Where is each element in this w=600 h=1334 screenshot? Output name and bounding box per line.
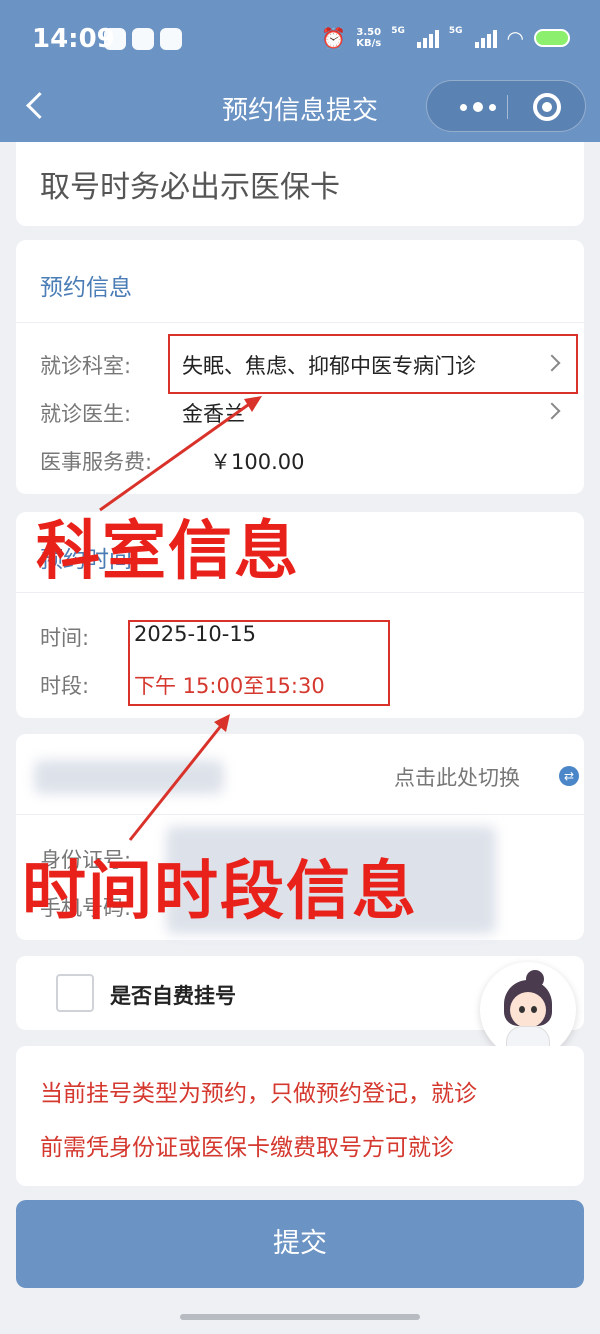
header-bar: 14:09 ⏰ 3.50 KB/s 5G 5G ◠ 预约信息提交 xyxy=(0,0,600,142)
department-label: 就诊科室: xyxy=(40,354,132,378)
warning-line-1: 当前挂号类型为预约，只做预约登记，就诊 xyxy=(40,1081,477,1107)
search-app-icon xyxy=(160,28,182,50)
sim2-label: 5G xyxy=(448,26,463,36)
slot-label: 时段: xyxy=(40,674,90,698)
home-indicator[interactable] xyxy=(180,1314,420,1320)
signal-icon xyxy=(416,28,439,48)
divider xyxy=(16,592,584,593)
avatar-eye xyxy=(519,1006,525,1013)
date-label: 时间: xyxy=(40,626,90,650)
wifi-icon: ◠ xyxy=(506,26,524,50)
time-highlight-box xyxy=(128,620,390,706)
annotation-time-slot-info: 时间时段信息 xyxy=(22,855,418,929)
avatar-face xyxy=(510,992,546,1028)
divider xyxy=(16,814,584,815)
capsule-divider xyxy=(507,95,508,119)
self-pay-label: 是否自费挂号 xyxy=(110,984,236,1008)
assistant-avatar-button[interactable] xyxy=(480,962,576,1058)
doctor-label: 就诊医生: xyxy=(40,402,132,426)
warning-line-2: 前需凭身份证或医保卡缴费取号方可就诊 xyxy=(40,1135,454,1161)
notice-card: 取号时务必出示医保卡 xyxy=(16,142,584,226)
appointment-section-title: 预约信息 xyxy=(40,275,132,301)
alarm-icon: ⏰ xyxy=(321,26,347,50)
chevron-right-icon xyxy=(543,402,561,420)
net-speed-unit: KB/s xyxy=(356,38,382,49)
warning-card: 当前挂号类型为预约，只做预约登记，就诊 前需凭身份证或医保卡缴费取号方可就诊 xyxy=(16,1046,584,1186)
battery-icon xyxy=(534,29,570,47)
signal-icon-2 xyxy=(474,28,497,48)
patient-name-blurred xyxy=(34,760,224,794)
fee-label: 医事服务费: xyxy=(40,450,153,474)
nav-bar: 预约信息提交 xyxy=(0,74,600,142)
avatar-bun xyxy=(526,970,544,988)
submit-button[interactable]: 提交 xyxy=(16,1200,584,1288)
doctor-value: 金香兰 xyxy=(182,402,245,426)
switch-icon[interactable]: ⇄ xyxy=(559,766,579,786)
status-right: ⏰ 3.50 KB/s 5G 5G ◠ xyxy=(321,26,570,50)
sim1-label: 5G xyxy=(391,26,405,36)
status-app-icons xyxy=(104,28,182,50)
divider xyxy=(16,322,584,323)
notice-text: 取号时务必出示医保卡 xyxy=(40,170,340,205)
self-pay-checkbox[interactable] xyxy=(56,974,94,1012)
department-highlight-box xyxy=(168,334,578,394)
annotation-department-info: 科室信息 xyxy=(36,515,300,589)
status-bar: 14:09 ⏰ 3.50 KB/s 5G 5G ◠ xyxy=(0,0,600,80)
shield-app-icon xyxy=(104,28,126,50)
close-button[interactable] xyxy=(533,93,561,121)
more-button[interactable] xyxy=(449,81,507,133)
window-app-icon xyxy=(132,28,154,50)
fee-value: ￥100.00 xyxy=(210,450,305,474)
mini-program-capsule xyxy=(426,80,586,132)
net-speed: 3.50 KB/s xyxy=(356,27,381,49)
avatar-eye xyxy=(531,1006,537,1013)
status-time: 14:09 xyxy=(32,24,115,54)
net-speed-value: 3.50 xyxy=(356,27,382,38)
more-dots-icon xyxy=(460,103,467,111)
switch-patient-link[interactable]: 点击此处切换 xyxy=(394,762,520,792)
